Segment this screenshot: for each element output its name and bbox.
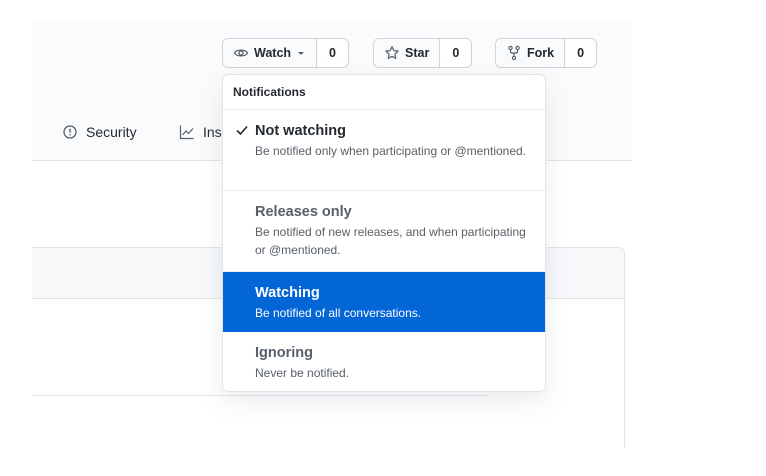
watch-button-group: Watch 0 [222, 38, 349, 68]
notifications-dropdown: Notifications Not watching Be notified o… [222, 74, 546, 392]
option-ignoring[interactable]: Ignoring Never be notified. [223, 332, 545, 391]
star-button[interactable]: Star [374, 39, 441, 67]
tab-insights-label: Ins [203, 124, 222, 140]
star-count[interactable]: 0 [440, 39, 472, 67]
star-button-group: Star 0 [373, 38, 473, 68]
option-not-watching[interactable]: Not watching Be notified only when parti… [223, 110, 545, 191]
content-divider [32, 395, 487, 396]
option-title: Releases only [255, 204, 352, 220]
option-description: Be notified of new releases, and when pa… [255, 225, 526, 257]
fork-button[interactable]: Fork [496, 39, 566, 67]
shield-icon [62, 124, 78, 140]
option-releases-only[interactable]: Releases only Be notified of new release… [223, 191, 545, 272]
option-description: Never be notified. [255, 366, 350, 380]
option-description: Be notified only when participating or @… [255, 144, 527, 158]
option-title: Ignoring [255, 345, 313, 361]
star-icon [384, 45, 400, 61]
fork-count[interactable]: 0 [565, 39, 597, 67]
tab-security-label: Security [86, 124, 137, 140]
notifications-title: Notifications [223, 75, 545, 110]
fork-label: Fork [527, 46, 555, 60]
tab-security[interactable]: Security [62, 124, 137, 140]
fork-icon [506, 45, 522, 61]
option-watching[interactable]: Watching Be notified of all conversation… [223, 272, 545, 332]
graph-icon [179, 124, 195, 140]
fork-button-group: Fork 0 [495, 38, 598, 68]
tab-insights[interactable]: Ins [179, 124, 222, 140]
caret-down-icon [296, 48, 306, 58]
eye-icon [233, 45, 249, 61]
option-description: Be notified of all conversations. [255, 306, 422, 320]
watch-label: Watch [254, 46, 292, 60]
option-title: Watching [255, 285, 320, 301]
watch-count[interactable]: 0 [317, 39, 348, 67]
check-icon [235, 123, 249, 142]
star-label: Star [405, 46, 430, 60]
option-title: Not watching [255, 123, 347, 139]
watch-button[interactable]: Watch [223, 39, 318, 67]
